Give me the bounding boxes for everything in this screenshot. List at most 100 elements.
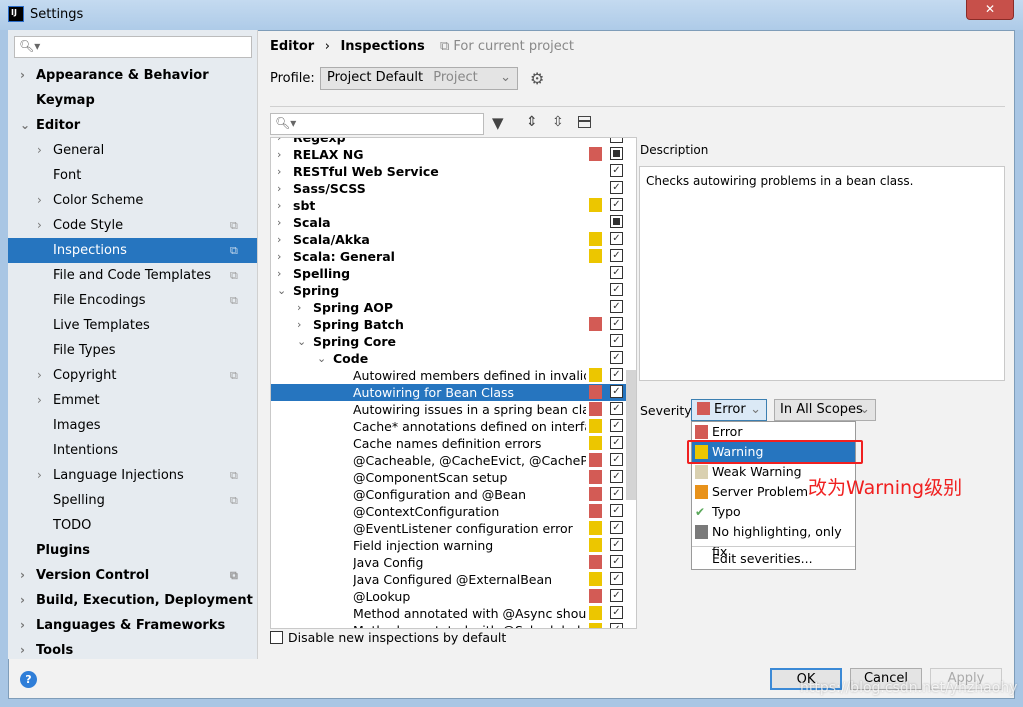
reset-icon[interactable] [578,116,591,128]
sidebar-item-emmet[interactable]: › Emmet [8,388,257,413]
enable-checkbox[interactable]: ✓ [610,623,623,628]
collapse-all-icon[interactable]: ⇳ [552,114,564,130]
sidebar-item-keymap[interactable]: Keymap [8,88,257,113]
tree-row[interactable]: Autowiring issues in a spring bean class… [271,401,627,418]
sidebar-item-inspections[interactable]: Inspections ⧉ [8,238,257,263]
enable-checkbox[interactable]: ✓ [610,453,623,466]
enable-checkbox[interactable]: ✓ [610,181,623,194]
sidebar-item-file-types[interactable]: File Types [8,338,257,363]
sidebar-item-file-and-code-templates[interactable]: File and Code Templates ⧉ [8,263,257,288]
tree-row[interactable]: › Sass/SCSS ✓ [271,180,627,197]
sidebar-item-languages-frameworks[interactable]: › Languages & Frameworks [8,613,257,638]
sidebar-item-language-injections[interactable]: › Language Injections ⧉ [8,463,257,488]
chevron-down-icon[interactable]: ⌄ [277,282,286,299]
tree-row[interactable]: @Cacheable, @CacheEvict, @CachePut, ✓ [271,452,627,469]
enable-checkbox[interactable]: ✓ [610,249,623,262]
enable-checkbox[interactable]: ✓ [610,334,623,347]
tree-row[interactable]: ⌄ Code ✓ [271,350,627,367]
tree-row[interactable]: Java Config ✓ [271,554,627,571]
help-icon[interactable]: ? [20,671,37,688]
chevron-right-icon[interactable]: › [20,613,25,638]
sidebar-item-color-scheme[interactable]: › Color Scheme [8,188,257,213]
chevron-right-icon[interactable]: › [277,163,281,180]
enable-checkbox[interactable]: ✓ [610,589,623,602]
chevron-right-icon[interactable]: › [20,563,25,588]
tree-row[interactable]: › Spring AOP ✓ [271,299,627,316]
sidebar-item-editor[interactable]: ⌄ Editor [8,113,257,138]
chevron-right-icon[interactable]: › [277,231,281,248]
chevron-right-icon[interactable]: › [277,146,281,163]
expand-all-icon[interactable]: ⇕ [526,114,538,130]
chevron-right-icon[interactable]: › [37,463,42,488]
edit-severities-item[interactable]: Edit severities... [692,549,855,569]
sidebar-item-build-execution-deployment[interactable]: › Build, Execution, Deployment [8,588,257,613]
enable-checkbox[interactable]: ✓ [610,138,623,143]
enable-checkbox[interactable]: ✓ [610,300,623,313]
sidebar-item-code-style[interactable]: › Code Style ⧉ [8,213,257,238]
inspection-search-input[interactable]: 🔍︎▾ [270,113,484,135]
enable-checkbox[interactable]: ✓ [610,351,623,364]
tree-row[interactable]: ⌄ Spring Core ✓ [271,333,627,350]
tree-row[interactable]: Autowired members defined in invalid S ✓ [271,367,627,384]
tree-row[interactable]: @ComponentScan setup ✓ [271,469,627,486]
tree-row[interactable]: Method annotated with @Scheduled shoul ✓ [271,622,627,628]
enable-checkbox[interactable]: ✓ [610,317,623,330]
chevron-down-icon[interactable]: ⌄ [317,350,326,367]
enable-checkbox[interactable]: ✓ [610,538,623,551]
enable-checkbox[interactable]: ✓ [610,419,623,432]
sidebar-item-font[interactable]: Font [8,163,257,188]
scope-dropdown[interactable]: In All Scopes ⌄ [774,399,876,421]
chevron-right-icon[interactable]: › [20,588,25,613]
sidebar-item-general[interactable]: › General [8,138,257,163]
sidebar-item-file-encodings[interactable]: File Encodings ⧉ [8,288,257,313]
chevron-right-icon[interactable]: › [37,363,42,388]
tree-row[interactable]: › Scala/Akka ✓ [271,231,627,248]
chevron-right-icon[interactable]: › [37,188,42,213]
tree-row[interactable]: ⌄ Spring ✓ [271,282,627,299]
enable-checkbox[interactable]: ✓ [610,487,623,500]
sidebar-item-plugins[interactable]: Plugins [8,538,257,563]
chevron-right-icon[interactable]: › [37,138,42,163]
tree-row[interactable]: @Lookup ✓ [271,588,627,605]
chevron-right-icon[interactable]: › [277,197,281,214]
enable-checkbox[interactable]: ✓ [610,402,623,415]
chevron-right-icon[interactable]: › [277,180,281,197]
sidebar-item-spelling[interactable]: Spelling ⧉ [8,488,257,513]
enable-checkbox[interactable]: ✓ [610,521,623,534]
chevron-right-icon[interactable]: › [297,316,301,333]
tree-scrollbar[interactable] [626,370,636,500]
enable-checkbox[interactable]: ✓ [610,572,623,585]
chevron-right-icon[interactable]: › [277,265,281,282]
sidebar-item-intentions[interactable]: Intentions [8,438,257,463]
chevron-right-icon[interactable]: › [37,213,42,238]
sidebar-search-input[interactable]: 🔍︎▾ [14,36,252,58]
tree-row[interactable]: › Regexp ✓ [271,138,627,146]
sidebar-item-appearance-behavior[interactable]: › Appearance & Behavior [8,63,257,88]
enable-checkbox[interactable]: ✓ [610,368,623,381]
tree-row[interactable]: › Spring Batch ✓ [271,316,627,333]
tree-row[interactable]: › Scala: General ✓ [271,248,627,265]
tree-row[interactable]: › sbt ✓ [271,197,627,214]
sidebar-item-copyright[interactable]: › Copyright ⧉ [8,363,257,388]
chevron-right-icon[interactable]: › [297,299,301,316]
tree-row[interactable]: › RESTful Web Service ✓ [271,163,627,180]
sidebar-item-version-control[interactable]: › Version Control ⧉ [8,563,257,588]
enable-checkbox[interactable]: ✓ [610,164,623,177]
enable-checkbox[interactable] [610,147,623,160]
tree-row[interactable]: Autowiring for Bean Class ✓ [271,384,627,401]
tree-row[interactable]: Java Configured @ExternalBean ✓ [271,571,627,588]
tree-row[interactable]: › RELAX NG [271,146,627,163]
enable-checkbox[interactable]: ✓ [610,266,623,279]
tree-row[interactable]: @Configuration and @Bean ✓ [271,486,627,503]
tree-row[interactable]: › Scala [271,214,627,231]
sidebar-item-todo[interactable]: TODO [8,513,257,538]
enable-checkbox[interactable] [610,215,623,228]
chevron-right-icon[interactable]: › [277,248,281,265]
close-button[interactable]: ✕ [966,0,1014,20]
enable-checkbox[interactable]: ✓ [610,606,623,619]
chevron-right-icon[interactable]: › [37,388,42,413]
enable-checkbox[interactable]: ✓ [610,436,623,449]
breadcrumb-editor[interactable]: Editor [270,39,314,54]
tree-row[interactable]: @ContextConfiguration ✓ [271,503,627,520]
enable-checkbox[interactable]: ✓ [610,504,623,517]
